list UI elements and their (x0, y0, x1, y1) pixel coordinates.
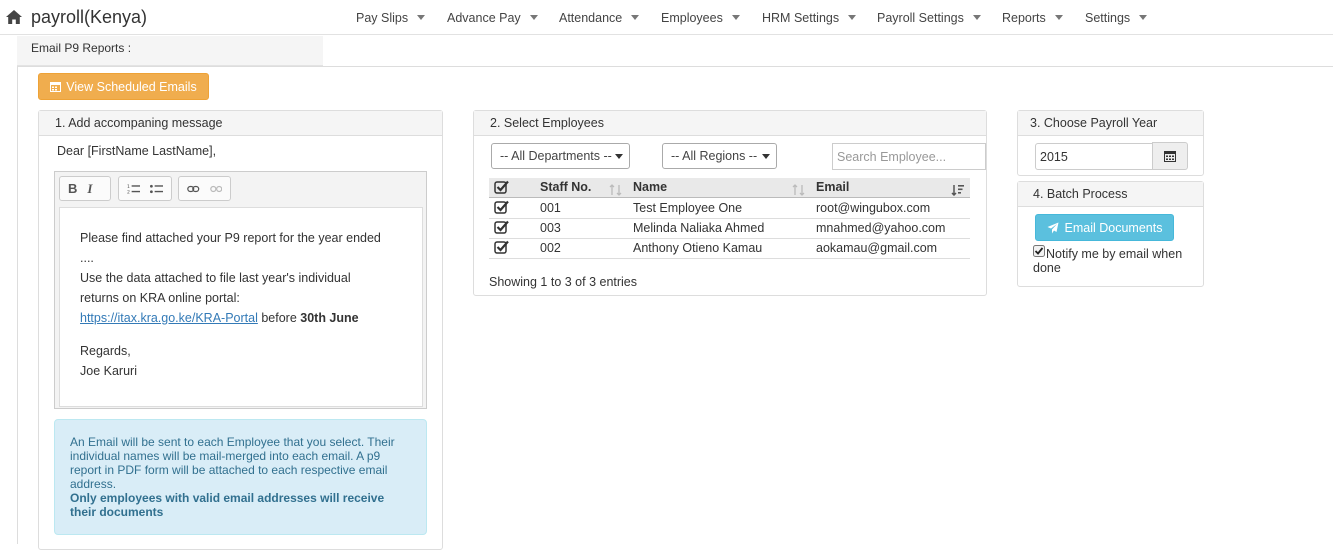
menu-reports[interactable]: Reports (1002, 0, 1063, 35)
calendar-button[interactable] (1152, 142, 1188, 170)
column-email[interactable]: Email (816, 180, 849, 194)
view-scheduled-emails-button[interactable]: View Scheduled Emails (38, 73, 209, 100)
unlink-icon[interactable] (209, 184, 223, 194)
department-select[interactable]: -- All Departments -- (491, 143, 630, 169)
caret-down-icon (1054, 15, 1063, 20)
payroll-year-panel-title: 3. Choose Payroll Year (1018, 111, 1203, 136)
sort-desc-icon[interactable] (951, 184, 965, 196)
email-documents-label: Email Documents (1064, 220, 1163, 235)
menu-label: Settings (1085, 10, 1131, 25)
cell-name: Anthony Otieno Kamau (633, 241, 763, 255)
menu-employees[interactable]: Employees (661, 0, 740, 35)
brand[interactable]: payroll(Kenya) (6, 5, 147, 29)
column-name[interactable]: Name (633, 180, 667, 194)
signature-text: Joe Karuri (80, 364, 137, 378)
brand-name: payroll(Kenya) (31, 6, 148, 27)
view-scheduled-label: View Scheduled Emails (66, 79, 197, 94)
caret-down-icon (972, 15, 981, 20)
row-divider (489, 258, 970, 259)
row-divider (489, 238, 970, 239)
row-checkbox-icon[interactable] (494, 200, 509, 214)
search-employee-input[interactable]: Search Employee... (832, 143, 986, 170)
svg-text:1: 1 (127, 184, 130, 190)
unordered-list-icon[interactable] (150, 183, 163, 195)
link-icon[interactable] (187, 184, 200, 194)
greeting-text: Dear [FirstName LastName], (57, 144, 217, 158)
italic-icon[interactable]: I (87, 181, 92, 197)
format-group: B I (59, 176, 111, 201)
kra-portal-link[interactable]: https://itax.kra.go.ke/KRA-Portal (80, 311, 258, 325)
menu-pay-slips[interactable]: Pay Slips (356, 0, 426, 35)
menu-label: Employees (661, 10, 723, 25)
svg-text:2: 2 (127, 189, 130, 194)
caret-down-icon (1139, 15, 1148, 20)
select-all-checkbox-icon[interactable] (494, 180, 509, 194)
menu-label: Reports (1002, 10, 1046, 25)
menu-label: Pay Slips (356, 10, 409, 25)
menu-hrm-settings[interactable]: HRM Settings (762, 0, 857, 35)
notify-label[interactable]: Notify me by email when done (1033, 247, 1193, 275)
menu-label: Attendance (559, 10, 623, 25)
body-line: returns on KRA online portal: (80, 291, 240, 305)
cell-email: mnahmed@yahoo.com (816, 221, 946, 235)
row-checkbox-icon[interactable] (494, 240, 509, 254)
page-title: Email P9 Reports : (31, 41, 132, 55)
row-checkbox-icon[interactable] (494, 220, 509, 234)
cell-email: aokamau@gmail.com (816, 241, 938, 255)
ordered-list-icon[interactable]: 1 2 (127, 183, 140, 195)
cell-email: root@wingubox.com (816, 201, 931, 215)
menu-settings[interactable]: Settings (1085, 0, 1148, 35)
info-alert: An Email will be sent to each Employee t… (54, 419, 427, 535)
batch-process-panel-title: 4. Batch Process (1018, 182, 1203, 207)
sort-icon[interactable] (609, 184, 623, 196)
info-alert-text: An Email will be sent to each Employee t… (70, 435, 395, 491)
body-line: Please find attached your P9 report for … (80, 231, 381, 245)
payroll-year-input[interactable]: 2015 (1035, 143, 1153, 170)
calendar-icon (1164, 151, 1176, 162)
caret-down-icon (615, 154, 623, 159)
cell-name: Melinda Naliaka Ahmed (633, 221, 765, 235)
department-select-value: -- All Departments -- (500, 149, 612, 163)
message-panel-title: 1. Add accompaning message (39, 111, 442, 136)
body-line: .... (80, 251, 94, 265)
cell-staff-no: 001 (540, 201, 561, 215)
caret-down-icon (762, 154, 770, 159)
cell-name: Test Employee One (633, 201, 743, 215)
cell-staff-no: 003 (540, 221, 561, 235)
menu-advance-pay[interactable]: Advance Pay (447, 0, 538, 35)
sort-icon[interactable] (792, 184, 806, 196)
cell-staff-no: 002 (540, 241, 561, 255)
body-line: Use the data attached to file last year'… (80, 271, 351, 285)
employees-panel-title: 2. Select Employees (474, 111, 986, 136)
portal-line: https://itax.kra.go.ke/KRA-Portal before… (80, 308, 422, 328)
list-group: 1 2 (118, 176, 172, 201)
bold-icon[interactable]: B (68, 181, 77, 196)
email-documents-button[interactable]: Email Documents (1035, 214, 1174, 241)
before-text: before (257, 311, 301, 325)
region-select[interactable]: -- All Regions -- (662, 143, 777, 169)
menu-label: Advance Pay (447, 10, 521, 25)
region-select-value: -- All Regions -- (671, 149, 758, 163)
caret-down-icon (417, 15, 426, 20)
editor-content[interactable]: Please find attached your P9 report for … (59, 207, 423, 407)
row-divider (489, 218, 970, 219)
menu-label: HRM Settings (762, 10, 840, 25)
column-staff-no[interactable]: Staff No. (540, 180, 591, 194)
menu-label: Payroll Settings (877, 10, 964, 25)
table-info: Showing 1 to 3 of 3 entries (489, 275, 638, 289)
home-icon (6, 10, 22, 24)
calendar-icon (50, 82, 62, 92)
menu-attendance[interactable]: Attendance (559, 0, 640, 35)
caret-down-icon (731, 15, 740, 20)
deadline-text: 30th June (300, 311, 359, 325)
caret-down-icon (631, 15, 640, 20)
menu-payroll-settings[interactable]: Payroll Settings (877, 0, 981, 35)
info-alert-bold-text: Only employees with valid email addresse… (70, 491, 385, 519)
link-group (178, 176, 231, 201)
caret-down-icon (848, 15, 857, 20)
caret-down-icon (529, 15, 538, 20)
paper-plane-icon (1047, 222, 1059, 233)
regards-text: Regards, (80, 344, 131, 358)
